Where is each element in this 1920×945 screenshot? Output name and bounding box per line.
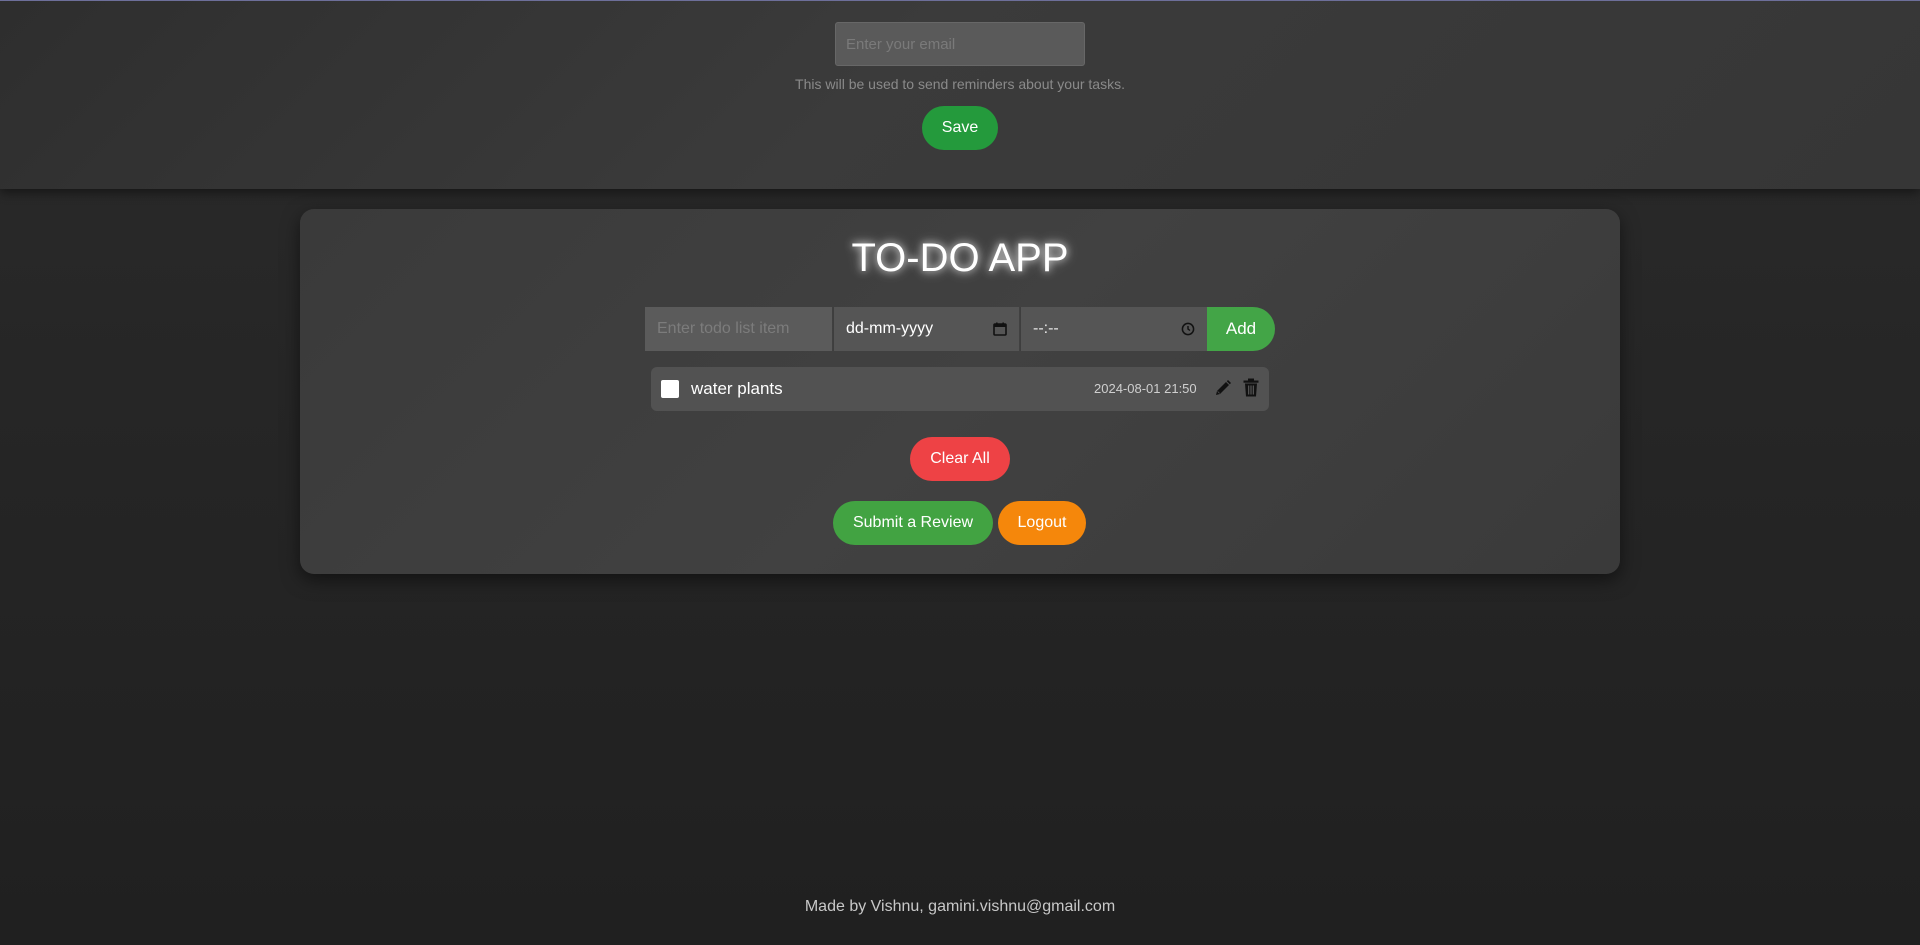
app-title: TO-DO APP [851,236,1069,280]
clear-all-button[interactable]: Clear All [910,437,1010,481]
email-input[interactable] [835,22,1085,66]
todo-item-input[interactable] [645,307,832,351]
date-input-value: dd-mm-yyyy [846,320,934,337]
logout-button[interactable]: Logout [998,501,1086,545]
date-input[interactable]: dd-mm-yyyy [833,307,1019,351]
trash-icon[interactable] [1243,378,1259,397]
pencil-icon[interactable] [1214,379,1232,397]
email-hint-text: This will be used to send reminders abou… [795,76,1125,92]
footer-credit: Made by Vishnu, gamini.vishnu@gmail.com [804,898,1116,915]
todo-list-item: water plants 2024-08-01 21:50 [651,367,1269,411]
submit-review-button[interactable]: Submit a Review [833,501,993,545]
time-input-value: --:-- [1033,320,1059,337]
todo-item-text: water plants [691,379,783,398]
calendar-icon[interactable] [993,322,1007,336]
todo-item-datetime: 2024-08-01 21:50 [1094,381,1197,396]
todo-checkbox[interactable] [661,380,679,398]
clock-icon[interactable] [1181,322,1195,336]
email-reminder-panel: This will be used to send reminders abou… [0,0,1920,189]
time-input[interactable]: --:-- [1020,307,1207,351]
save-button[interactable]: Save [922,106,998,150]
add-button[interactable]: Add [1207,307,1275,351]
